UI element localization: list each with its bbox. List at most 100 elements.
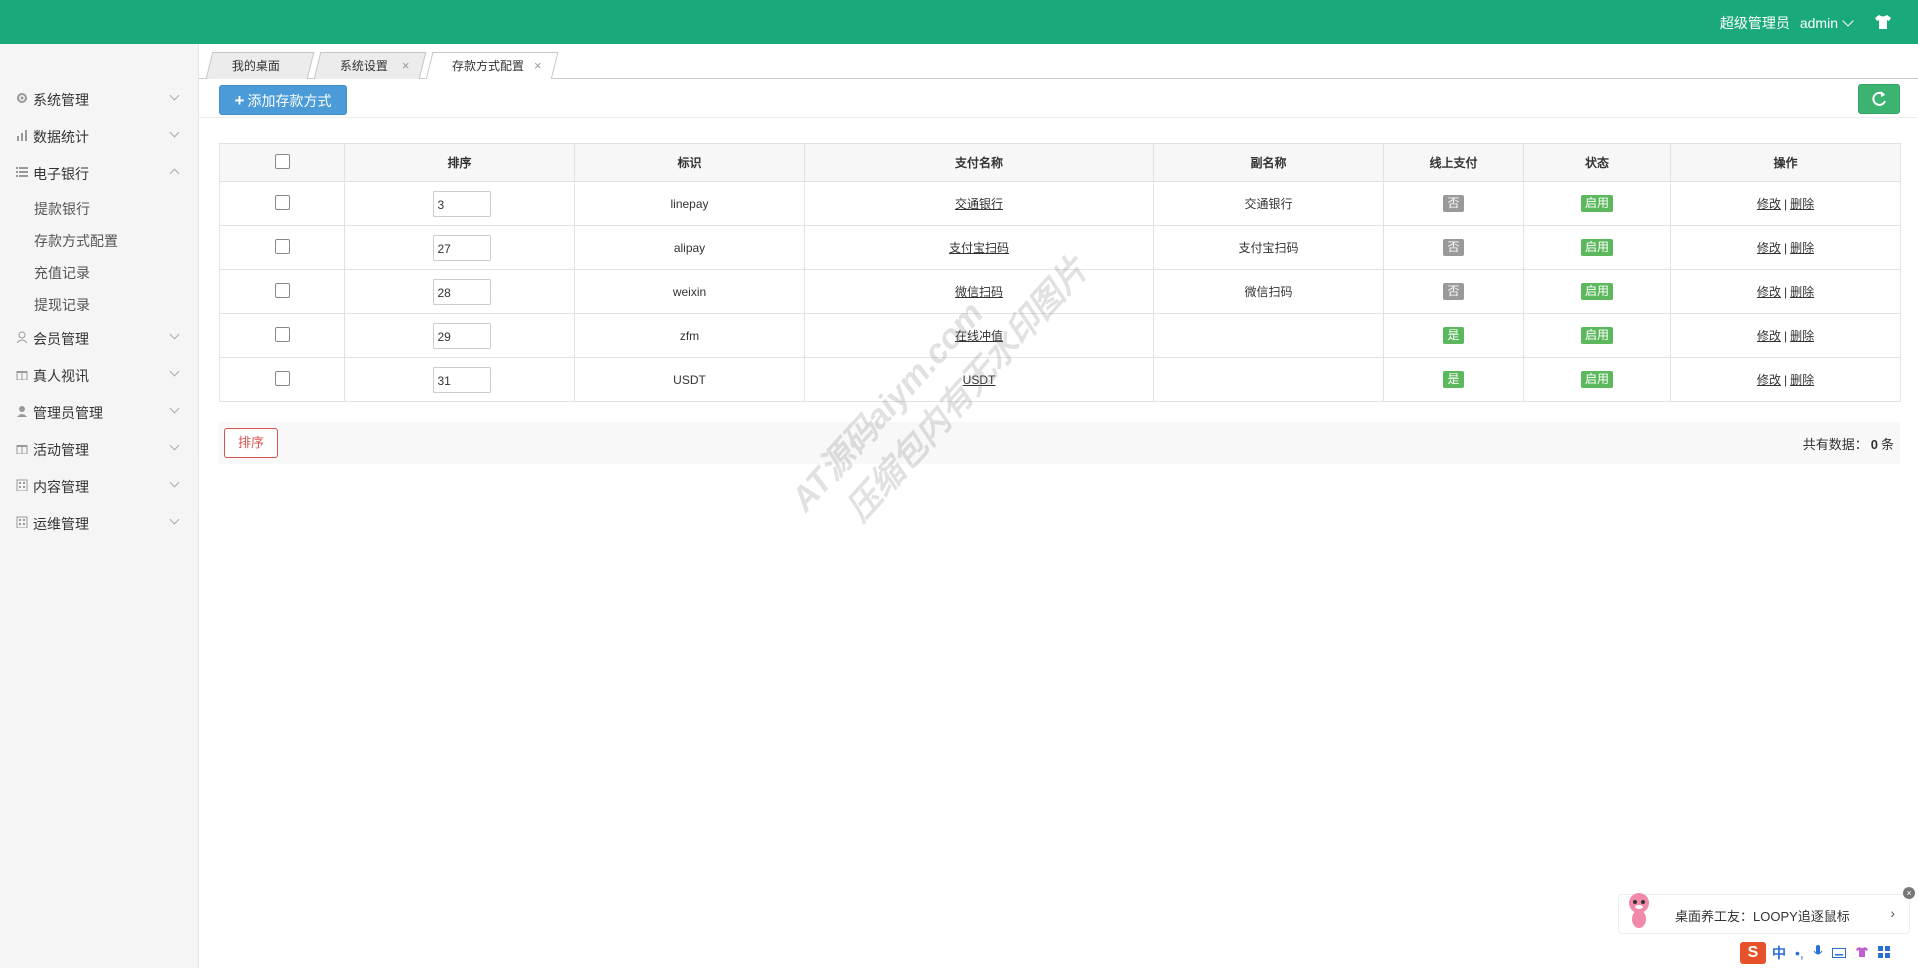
toolbar: + 添加存款方式 <box>199 79 1918 118</box>
sidebar-item-label: 运维管理 <box>33 516 89 532</box>
close-icon[interactable]: × <box>534 53 542 79</box>
grid-icon[interactable] <box>1877 945 1890 961</box>
tab-bar: 我的桌面 系统设置 × 存款方式配置 × <box>199 44 1918 80</box>
sidebar-item[interactable]: 内容管理 <box>0 467 198 504</box>
tab-desktop[interactable]: 我的桌面 <box>205 52 315 79</box>
col-header-actions: 操作 <box>1670 143 1901 182</box>
ime-language[interactable]: 中 <box>1772 943 1786 963</box>
chevron-icon <box>169 440 180 451</box>
actions-cell: 修改 | 删除 <box>1670 225 1901 270</box>
online-badge: 否 <box>1443 283 1464 300</box>
edit-link[interactable]: 修改 <box>1757 241 1781 255</box>
payment-name-link[interactable]: 交通银行 <box>955 197 1003 211</box>
subname-cell <box>1153 357 1384 402</box>
subname-cell <box>1153 313 1384 358</box>
shirt-icon[interactable] <box>1874 14 1892 30</box>
chevron-right-icon[interactable]: › <box>1890 905 1895 921</box>
skin-icon[interactable] <box>1855 945 1869 961</box>
status-badge[interactable]: 启用 <box>1580 283 1613 300</box>
row-checkbox[interactable] <box>274 194 290 210</box>
delete-link[interactable]: 删除 <box>1790 197 1814 211</box>
action-separator: | <box>1783 373 1788 387</box>
close-icon[interactable]: × <box>1903 887 1915 899</box>
edit-link[interactable]: 修改 <box>1757 285 1781 299</box>
row-checkbox[interactable] <box>274 370 290 386</box>
sidebar-item-label: 内容管理 <box>33 479 89 495</box>
payment-name-link[interactable]: USDT <box>963 373 996 387</box>
edit-link[interactable]: 修改 <box>1757 197 1781 211</box>
sidebar-subitem[interactable]: 提现记录 <box>0 287 198 319</box>
row-checkbox[interactable] <box>274 326 290 342</box>
action-separator: | <box>1783 329 1788 343</box>
gift-icon <box>16 442 28 455</box>
sidebar-item[interactable]: 真人视讯 <box>0 356 198 393</box>
keyboard-icon[interactable] <box>1831 945 1846 961</box>
row-select-cell <box>219 181 345 226</box>
sidebar-subitem[interactable]: 存款方式配置 <box>0 223 198 255</box>
chevron-icon <box>169 90 180 101</box>
status-cell: 启用 <box>1523 225 1671 270</box>
online-cell: 否 <box>1383 181 1524 226</box>
sidebar-item[interactable]: 会员管理 <box>0 319 198 356</box>
sogou-logo[interactable]: S <box>1740 942 1766 964</box>
row-checkbox[interactable] <box>274 282 290 298</box>
user-role: 超级管理员 <box>1719 15 1790 31</box>
sidebar-item[interactable]: 管理员管理 <box>0 393 198 430</box>
desktop-pet-notification[interactable]: 桌面养工友：LOOPY追逐鼠标 › × <box>1618 887 1915 934</box>
sidebar-item-label: 电子银行 <box>33 166 89 182</box>
online-badge: 是 <box>1443 327 1464 344</box>
sidebar-item[interactable]: 活动管理 <box>0 430 198 467</box>
status-badge[interactable]: 启用 <box>1580 371 1613 388</box>
edit-link[interactable]: 修改 <box>1757 329 1781 343</box>
delete-link[interactable]: 删除 <box>1790 329 1814 343</box>
table-row: 28 weixin 微信扫码 微信扫码 否 启用 修改 | 删除 <box>219 269 1901 314</box>
sidebar-item[interactable]: 数据统计 <box>0 117 198 154</box>
payment-name-link[interactable]: 支付宝扫码 <box>949 241 1009 255</box>
sort-input[interactable]: 27 <box>432 234 491 261</box>
refresh-button[interactable] <box>1858 84 1900 114</box>
sort-input[interactable]: 31 <box>432 366 491 393</box>
gear-icon <box>16 92 28 104</box>
select-all-checkbox[interactable] <box>274 153 290 169</box>
add-deposit-method-button[interactable]: + 添加存款方式 <box>219 85 347 115</box>
sort-input[interactable]: 28 <box>432 278 491 305</box>
ime-toolbar: S 中 •, <box>1740 942 1918 968</box>
sort-button[interactable]: 排序 <box>224 428 278 458</box>
chevron-icon <box>169 168 180 179</box>
edit-link[interactable]: 修改 <box>1757 373 1781 387</box>
delete-link[interactable]: 删除 <box>1790 285 1814 299</box>
sidebar-subitem[interactable]: 充值记录 <box>0 255 198 287</box>
tab-deposit-config[interactable]: 存款方式配置 × <box>425 52 559 80</box>
sidebar-item[interactable]: 系统管理 <box>0 80 198 117</box>
name-cell: 微信扫码 <box>804 269 1154 314</box>
mic-icon[interactable] <box>1813 944 1823 962</box>
user-menu[interactable]: 超级管理员 admin <box>1710 13 1854 33</box>
close-icon[interactable]: × <box>402 53 410 79</box>
total-suffix: 条 <box>1880 437 1894 452</box>
chevron-icon <box>169 514 180 525</box>
delete-link[interactable]: 删除 <box>1790 241 1814 255</box>
subname-cell: 交通银行 <box>1153 181 1384 226</box>
status-badge[interactable]: 启用 <box>1580 327 1613 344</box>
row-checkbox[interactable] <box>274 238 290 254</box>
pet-avatar-icon <box>1629 893 1649 928</box>
status-badge[interactable]: 启用 <box>1580 195 1613 212</box>
table-header-row: 排序 标识 支付名称 副名称 线上支付 状态 操作 <box>219 143 1901 182</box>
status-badge[interactable]: 启用 <box>1580 239 1613 256</box>
sort-input[interactable]: 29 <box>432 322 491 349</box>
sidebar-item[interactable]: 电子银行 <box>0 154 198 191</box>
payment-name-link[interactable]: 在线冲值 <box>955 329 1003 343</box>
chart-icon <box>16 129 28 141</box>
sidebar-subitem[interactable]: 提款银行 <box>0 191 198 223</box>
sort-input[interactable]: 3 <box>432 190 491 217</box>
table-row: 27 alipay 支付宝扫码 支付宝扫码 否 启用 修改 | 删除 <box>219 225 1901 270</box>
plus-icon: + <box>234 91 245 110</box>
ime-punctuation[interactable]: •, <box>1795 945 1804 961</box>
table-row: 31 USDT USDT 是 启用 修改 | 删除 <box>219 357 1901 402</box>
tab-system-settings[interactable]: 系统设置 × <box>313 52 427 79</box>
delete-link[interactable]: 删除 <box>1790 373 1814 387</box>
sidebar-item[interactable]: 运维管理 <box>0 504 198 541</box>
payment-name-link[interactable]: 微信扫码 <box>955 285 1003 299</box>
col-header-sort[interactable]: 排序 <box>344 143 575 182</box>
actions-cell: 修改 | 删除 <box>1670 313 1901 358</box>
